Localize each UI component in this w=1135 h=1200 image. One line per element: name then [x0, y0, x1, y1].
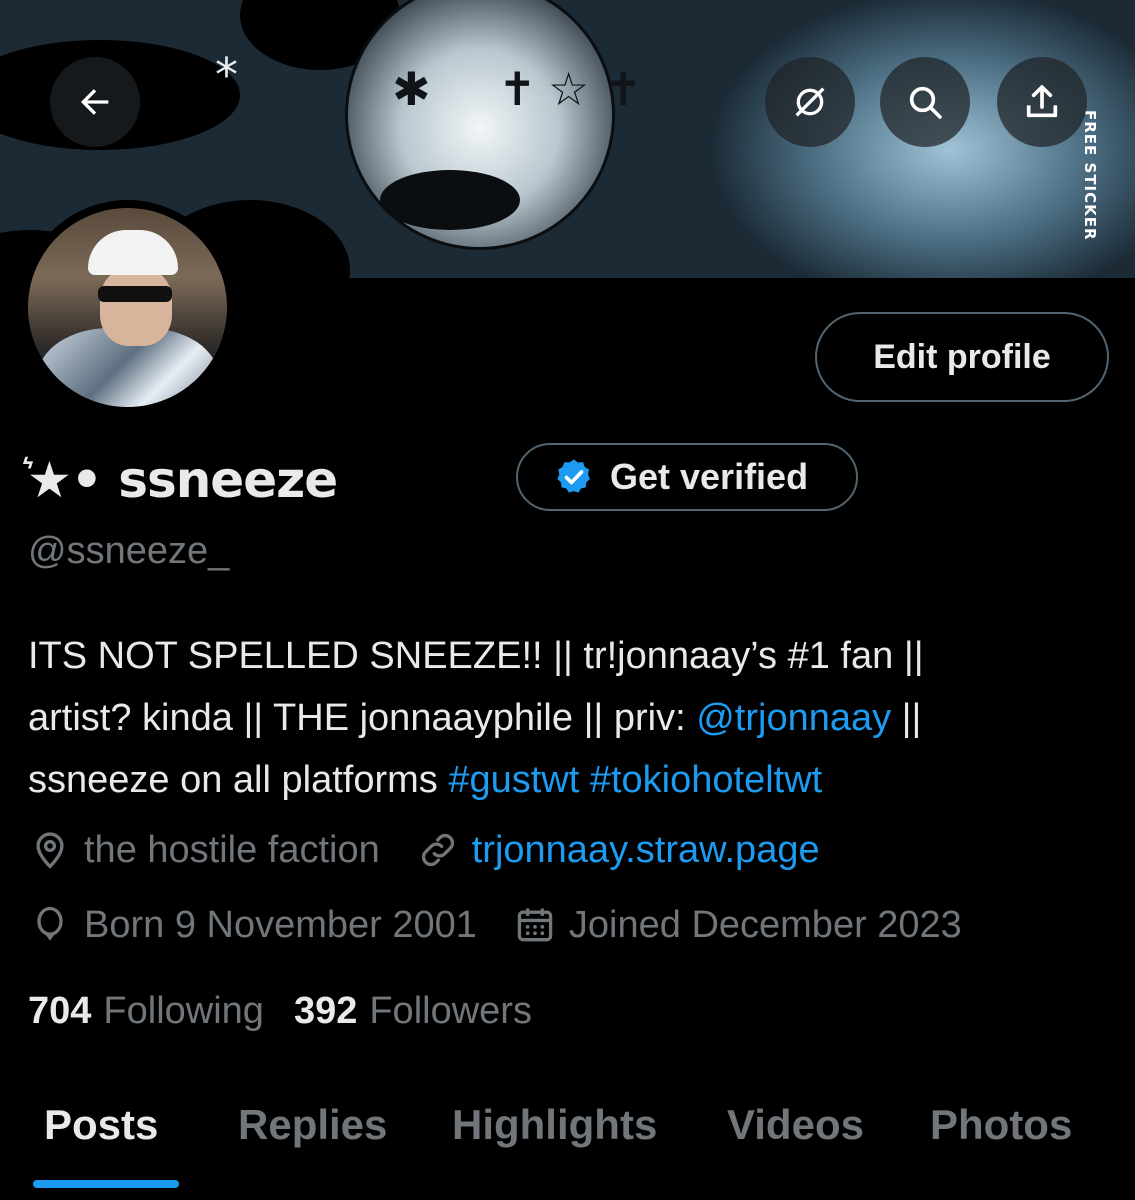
share-button[interactable] — [997, 57, 1087, 147]
edit-profile-button[interactable]: Edit profile — [815, 312, 1109, 402]
search-icon — [909, 86, 942, 119]
calendar-icon — [517, 908, 553, 942]
tab-replies[interactable]: Replies — [238, 1075, 387, 1149]
location-item: the hostile faction — [28, 828, 380, 872]
bio-text: || — [891, 697, 922, 739]
back-button[interactable] — [50, 57, 140, 147]
cross-icon: ✝ — [498, 62, 537, 116]
location-pin-icon — [36, 832, 64, 869]
spider-icon: ✱ — [392, 62, 431, 116]
follow-counts: 704 Following 392 Followers — [28, 990, 562, 1033]
followers-label: Followers — [369, 990, 532, 1032]
profile-meta-row-2: Born 9 November 2001 Joined December 202… — [28, 903, 998, 947]
bio-text: ssneeze on all platforms — [28, 759, 449, 801]
following-label: Following — [103, 990, 264, 1032]
tab-photos[interactable]: Photos — [930, 1075, 1072, 1149]
verified-badge-icon — [557, 459, 590, 493]
joined-item: Joined December 2023 — [513, 903, 962, 947]
cross-icon: ✝ — [604, 62, 643, 116]
asterisk-icon: * — [215, 48, 238, 102]
search-button[interactable] — [880, 57, 970, 147]
website-item[interactable]: trjonnaay.straw.page — [416, 828, 820, 872]
bio-line: ssneeze on all platforms #gustwt #tokioh… — [28, 749, 1118, 811]
bio-text: artist? kinda || THE jonnaayphile || pri… — [28, 697, 697, 739]
avatar-image — [28, 208, 227, 407]
following-link[interactable]: 704 Following — [28, 990, 264, 1033]
active-tab-indicator — [33, 1180, 179, 1188]
profile-bio: ITS NOT SPELLED SNEEZE!! || tr!jonnaay’s… — [28, 625, 1118, 811]
link-icon — [421, 833, 454, 867]
bio-line: artist? kinda || THE jonnaayphile || pri… — [28, 687, 1118, 749]
arrow-left-icon — [81, 89, 109, 115]
slash-circle-icon — [795, 87, 825, 117]
tab-videos[interactable]: Videos — [727, 1075, 864, 1149]
display-name: ͛★• ssneeze — [28, 451, 338, 509]
joined-text: Joined December 2023 — [568, 903, 962, 946]
balloon-icon — [37, 906, 63, 941]
profile-handle: @ssneeze_ — [28, 530, 230, 572]
grok-button[interactable] — [765, 57, 855, 147]
share-icon — [1026, 85, 1058, 118]
birthday-text: Born 9 November 2001 — [84, 903, 477, 946]
tab-posts[interactable]: Posts — [44, 1075, 158, 1149]
followers-link[interactable]: 392 Followers — [294, 990, 532, 1033]
avatar[interactable] — [20, 200, 235, 415]
bio-mention-link[interactable]: @trjonnaay — [696, 697, 891, 739]
display-name-row: ͛★• ssneeze — [28, 440, 338, 520]
followers-count: 392 — [293, 990, 358, 1032]
following-count: 704 — [28, 990, 92, 1032]
get-verified-label: Get verified — [610, 456, 809, 497]
profile-meta-row-1: the hostile faction trjonnaay.straw.page — [28, 828, 856, 872]
tab-highlights[interactable]: Highlights — [452, 1075, 657, 1149]
bio-hashtag-links[interactable]: #gustwt #tokiohoteltwt — [448, 759, 822, 801]
birthday-item: Born 9 November 2001 — [28, 903, 477, 947]
location-text: the hostile faction — [84, 828, 380, 871]
website-link[interactable]: trjonnaay.straw.page — [472, 829, 820, 872]
star-icon: ☆ — [548, 62, 590, 116]
get-verified-button[interactable]: Get verified — [516, 443, 858, 511]
banner-side-text: FREE STICKER — [1081, 110, 1099, 241]
bio-line: ITS NOT SPELLED SNEEZE!! || tr!jonnaay’s… — [28, 635, 924, 677]
